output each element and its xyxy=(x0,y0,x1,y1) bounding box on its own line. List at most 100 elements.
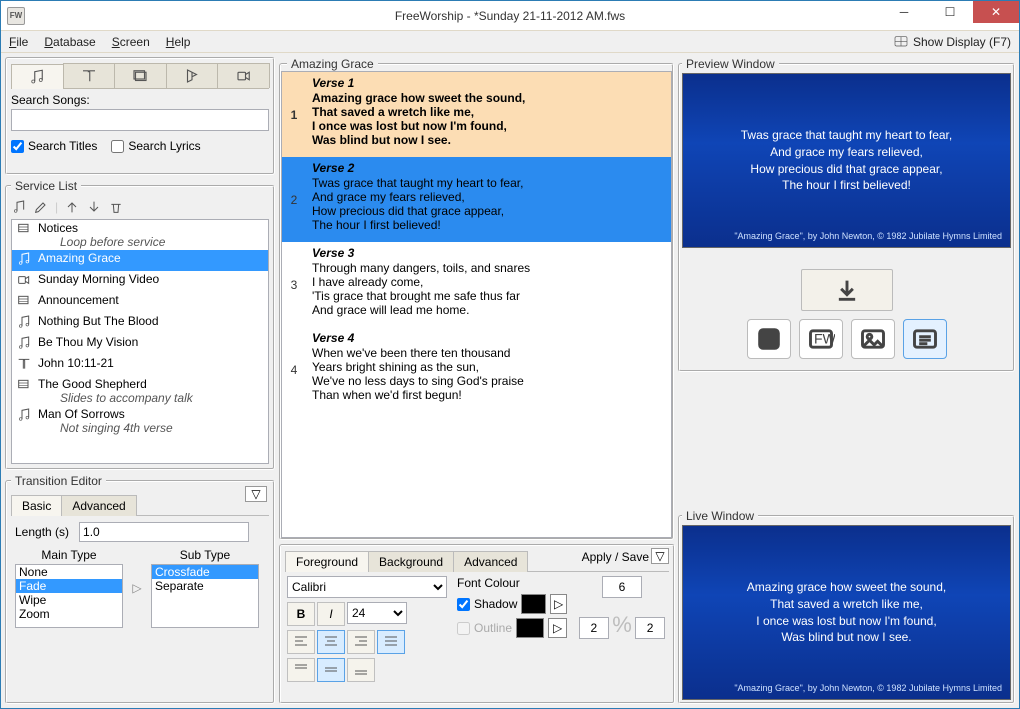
song-title: Amazing Grace xyxy=(287,57,378,71)
outline-more-button[interactable]: ▷ xyxy=(548,618,567,638)
outline-swatch[interactable] xyxy=(516,618,544,638)
move-down-icon[interactable] xyxy=(86,199,102,215)
text-button[interactable] xyxy=(903,319,947,359)
service-item[interactable]: Sunday Morning Video xyxy=(12,271,268,292)
service-item[interactable]: Announcement xyxy=(12,292,268,313)
verse[interactable]: 4Verse 4When we've been there ten thousa… xyxy=(282,327,671,412)
service-item[interactable]: The Good ShepherdSlides to accompany tal… xyxy=(12,376,268,406)
align-center-button[interactable] xyxy=(317,630,345,654)
minimize-button[interactable]: ─ xyxy=(881,1,927,23)
display-icon xyxy=(893,34,909,50)
tab-media[interactable] xyxy=(166,63,219,88)
show-display-label: Show Display (F7) xyxy=(913,35,1011,49)
svg-text:FW: FW xyxy=(814,331,835,347)
italic-button[interactable]: I xyxy=(317,602,345,626)
tab-bible[interactable] xyxy=(63,63,116,88)
service-list[interactable]: NoticesLoop before serviceAmazing GraceS… xyxy=(11,219,269,464)
service-item[interactable]: John 10:11-21 xyxy=(12,355,268,376)
search-input[interactable] xyxy=(11,109,269,131)
add-song-icon[interactable] xyxy=(11,199,27,215)
move-up-icon[interactable] xyxy=(64,199,80,215)
window-title: FreeWorship - *Sunday 21-11-2012 AM.fws xyxy=(1,9,1019,23)
shadow-swatch[interactable] xyxy=(521,594,546,614)
transition-tab-basic[interactable]: Basic xyxy=(11,495,62,516)
valign-bot-button[interactable] xyxy=(347,658,375,682)
margin-right-input[interactable] xyxy=(635,617,665,639)
tab-songs[interactable] xyxy=(11,64,64,89)
main-type-list[interactable]: NoneFadeWipeZoom xyxy=(15,564,123,628)
live-panel: Live Window Amazing grace how sweet the … xyxy=(678,509,1015,704)
valign-top-button[interactable] xyxy=(287,658,315,682)
service-item[interactable]: Amazing Grace xyxy=(12,250,268,271)
verse[interactable]: 1Verse 1Amazing grace how sweet the soun… xyxy=(282,72,671,157)
font-colour-label: Font Colour xyxy=(457,576,567,590)
format-panel: Foreground Background Advanced Apply / S… xyxy=(279,544,675,704)
edit-icon[interactable] xyxy=(33,199,49,215)
close-button[interactable]: ✕ xyxy=(973,1,1019,23)
search-titles-check[interactable]: Search Titles xyxy=(11,139,97,153)
logo-button[interactable]: FW xyxy=(799,319,843,359)
apply-save-label[interactable]: Apply / Save xyxy=(582,550,649,564)
menu-help[interactable]: Help xyxy=(166,35,191,49)
bold-button[interactable]: B xyxy=(287,602,315,626)
menu-screen[interactable]: Screen xyxy=(112,35,150,49)
search-label: Search Songs: xyxy=(11,93,269,107)
transition-collapse-button[interactable]: ▽ xyxy=(245,486,267,502)
service-toolbar: | xyxy=(11,197,269,219)
margin-left-input[interactable] xyxy=(579,617,609,639)
verse[interactable]: 3Verse 3Through many dangers, toils, and… xyxy=(282,242,671,327)
song-panel: Amazing Grace 1Verse 1Amazing grace how … xyxy=(279,57,674,540)
verses-list[interactable]: 1Verse 1Amazing grace how sweet the soun… xyxy=(281,71,672,538)
outline-check[interactable] xyxy=(457,622,470,635)
transition-tab-advanced[interactable]: Advanced xyxy=(61,495,136,516)
font-select[interactable]: Calibri xyxy=(287,576,447,598)
transition-editor: Transition Editor ▽ Basic Advanced Lengt… xyxy=(5,474,275,704)
download-icon xyxy=(833,276,861,304)
align-right-button[interactable] xyxy=(347,630,375,654)
sub-type-label: Sub Type xyxy=(151,548,259,562)
margin-top-input[interactable] xyxy=(602,576,642,598)
align-left-button[interactable] xyxy=(287,630,315,654)
menu-file[interactable]: File xyxy=(9,35,28,49)
service-item[interactable]: Nothing But The Blood xyxy=(12,313,268,334)
go-live-button[interactable] xyxy=(801,269,893,311)
service-list-title: Service List xyxy=(11,179,81,193)
maximize-button[interactable]: ☐ xyxy=(927,1,973,23)
type-arrow-icon: ▷ xyxy=(129,581,145,595)
size-select[interactable]: 24 xyxy=(347,602,407,624)
fmt-collapse-button[interactable]: ▽ xyxy=(651,548,669,564)
preview-credit: "Amazing Grace", by John Newton, © 1982 … xyxy=(734,231,1002,241)
live-display: Amazing grace how sweet the sound,That s… xyxy=(682,525,1011,700)
transition-title: Transition Editor xyxy=(11,474,106,488)
outline-label: Outline xyxy=(474,621,512,635)
verse[interactable]: 2Verse 2Twas grace that taught my heart … xyxy=(282,157,671,242)
sub-type-list[interactable]: CrossfadeSeparate xyxy=(151,564,259,628)
fmt-tab-advanced[interactable]: Advanced xyxy=(453,551,528,572)
main-type-label: Main Type xyxy=(15,548,123,562)
fmt-tab-foreground[interactable]: Foreground xyxy=(285,551,369,572)
length-input[interactable] xyxy=(79,522,249,542)
preview-display: Twas grace that taught my heart to fear,… xyxy=(682,73,1011,248)
service-item[interactable]: Be Thou My Vision xyxy=(12,334,268,355)
preview-panel: Preview Window Twas grace that taught my… xyxy=(678,57,1015,372)
service-item[interactable]: Man Of SorrowsNot singing 4th verse xyxy=(12,406,268,436)
menu-bar: File Database Screen Help Show Display (… xyxy=(1,31,1019,53)
library-tabs xyxy=(11,63,269,89)
shadow-more-button[interactable]: ▷ xyxy=(550,594,567,614)
image-button[interactable] xyxy=(851,319,895,359)
blank-button[interactable] xyxy=(747,319,791,359)
live-title: Live Window xyxy=(682,509,758,523)
tab-presentations[interactable] xyxy=(114,63,167,88)
menu-database[interactable]: Database xyxy=(44,35,95,49)
fmt-tab-background[interactable]: Background xyxy=(368,551,454,572)
shadow-check[interactable] xyxy=(457,598,470,611)
align-justify-button[interactable] xyxy=(377,630,405,654)
valign-mid-button[interactable] xyxy=(317,658,345,682)
remove-icon[interactable] xyxy=(108,199,124,215)
tab-video[interactable] xyxy=(217,63,270,88)
service-item[interactable]: NoticesLoop before service xyxy=(12,220,268,250)
percent-icon: % xyxy=(612,612,632,637)
search-lyrics-check[interactable]: Search Lyrics xyxy=(111,139,200,153)
preview-title: Preview Window xyxy=(682,57,779,71)
show-display-button[interactable]: Show Display (F7) xyxy=(893,34,1011,50)
